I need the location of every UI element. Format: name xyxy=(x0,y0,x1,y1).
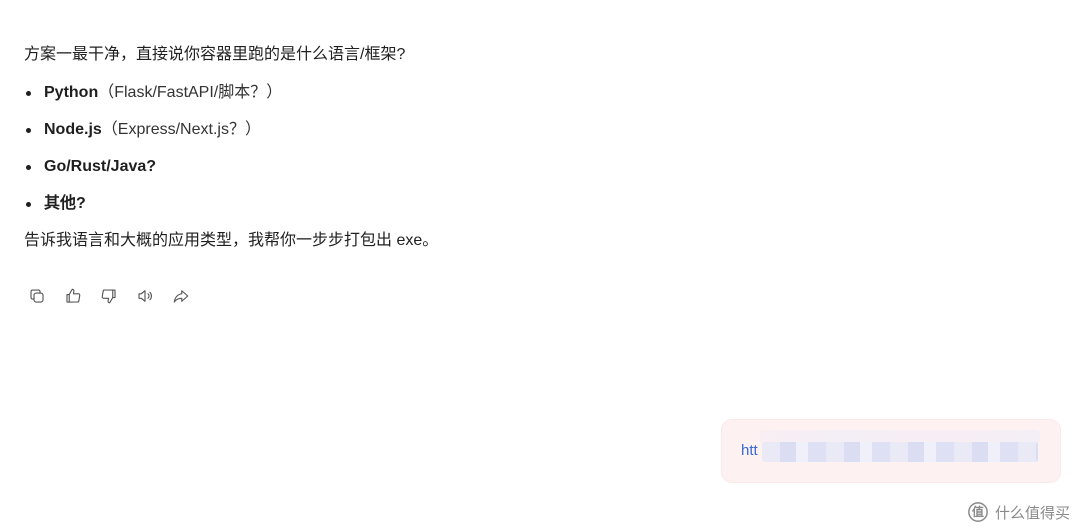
speaker-icon xyxy=(138,290,152,302)
thumbs-up-icon xyxy=(66,288,81,303)
copy-button[interactable] xyxy=(26,285,48,307)
thumbs-down-icon xyxy=(101,289,116,304)
copy-icon xyxy=(30,289,44,303)
smzdm-logo-icon: 值 xyxy=(967,501,989,523)
user-message-link[interactable]: htt xyxy=(741,442,758,459)
list-item: Go/Rust/Java? xyxy=(24,154,784,180)
option-note: （Flask/FastAPI/脚本？） xyxy=(98,84,283,101)
option-name: Go/Rust/Java? xyxy=(44,158,157,175)
option-list: Python（Flask/FastAPI/脚本？） Node.js（Expres… xyxy=(24,80,784,217)
assistant-question: 方案一最干净，直接说你容器里跑的是什么语言/框架? xyxy=(24,46,406,63)
bullet-icon xyxy=(26,91,31,96)
assistant-message: 方案一最干净，直接说你容器里跑的是什么语言/框架? Python（Flask/F… xyxy=(24,42,784,254)
message-actions xyxy=(26,284,206,308)
assistant-closing: 告诉我语言和大概的应用类型，我帮你一步步打包出 exe。 xyxy=(24,232,439,249)
dislike-button[interactable] xyxy=(98,285,120,307)
read-aloud-button[interactable] xyxy=(134,285,156,307)
redaction-blur xyxy=(762,442,1038,462)
watermark-text: 什么值得买 xyxy=(994,504,1070,522)
share-button[interactable] xyxy=(170,285,192,307)
share-icon xyxy=(173,290,189,303)
bullet-icon xyxy=(26,202,31,207)
bullet-icon xyxy=(26,165,31,170)
watermark: 值 什么值得买 xyxy=(967,501,1070,523)
list-item: Node.js（Express/Next.js？） xyxy=(24,117,784,143)
bullet-icon xyxy=(26,128,31,133)
option-name: Python xyxy=(44,84,99,101)
option-note: （Express/Next.js？） xyxy=(101,121,261,138)
list-item: 其他? xyxy=(24,191,784,217)
option-name: Node.js xyxy=(44,121,102,138)
like-button[interactable] xyxy=(62,285,84,307)
list-item: Python（Flask/FastAPI/脚本？） xyxy=(24,80,784,106)
user-message-bubble: htt xyxy=(722,420,1060,482)
option-name: 其他? xyxy=(44,195,86,212)
svg-text:值: 值 xyxy=(972,505,984,519)
